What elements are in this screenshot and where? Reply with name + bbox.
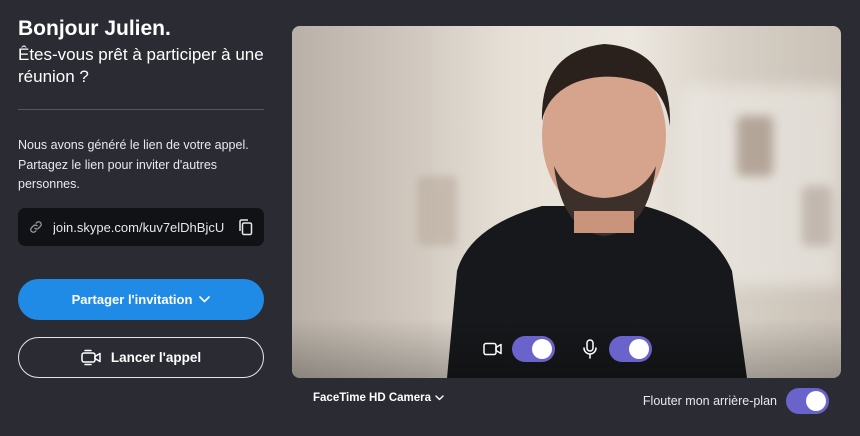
- camera-select[interactable]: FaceTime HD Camera: [313, 392, 444, 404]
- greeting-subtitle: Êtes-vous prêt à participer à une réunio…: [18, 45, 264, 86]
- camera-control: [482, 336, 555, 362]
- camera-toggle-knob: [532, 339, 552, 359]
- camera-toggle[interactable]: [512, 336, 555, 362]
- chevron-down-icon: [199, 296, 211, 303]
- background-blur-setting: Flouter mon arrière-plan: [643, 388, 829, 414]
- link-description: Nous avons généré le lien de votre appel…: [18, 138, 249, 191]
- share-invitation-label: Partager l'invitation: [71, 292, 193, 307]
- welcome-panel: Bonjour Julien. Êtes-vous prêt à partici…: [18, 16, 264, 88]
- camera-preview: [292, 26, 841, 378]
- link-icon: [27, 218, 45, 236]
- video-call-icon: [81, 349, 102, 366]
- copy-icon[interactable]: [234, 216, 256, 238]
- greeting-title: Bonjour Julien.: [18, 17, 171, 40]
- background-blur-toggle[interactable]: [786, 388, 829, 414]
- microphone-icon: [579, 338, 601, 360]
- share-invitation-button[interactable]: Partager l'invitation: [18, 279, 264, 320]
- microphone-toggle[interactable]: [609, 336, 652, 362]
- meeting-link-box: join.skype.com/kuv7elDhBjcU: [18, 208, 264, 246]
- start-call-label: Lancer l'appel: [110, 350, 202, 365]
- video-camera-icon: [482, 338, 504, 360]
- microphone-control: [579, 336, 652, 362]
- background-blur-label: Flouter mon arrière-plan: [642, 394, 777, 408]
- microphone-toggle-knob: [629, 339, 649, 359]
- camera-select-value: FaceTime HD Camera: [313, 392, 432, 404]
- start-call-button[interactable]: Lancer l'appel: [18, 337, 264, 378]
- chevron-down-icon: [435, 395, 444, 401]
- video-controls-overlay: [292, 318, 841, 378]
- meeting-link-url[interactable]: join.skype.com/kuv7elDhBjcU: [53, 220, 234, 235]
- divider: [18, 109, 264, 110]
- background-blur-toggle-knob: [806, 391, 826, 411]
